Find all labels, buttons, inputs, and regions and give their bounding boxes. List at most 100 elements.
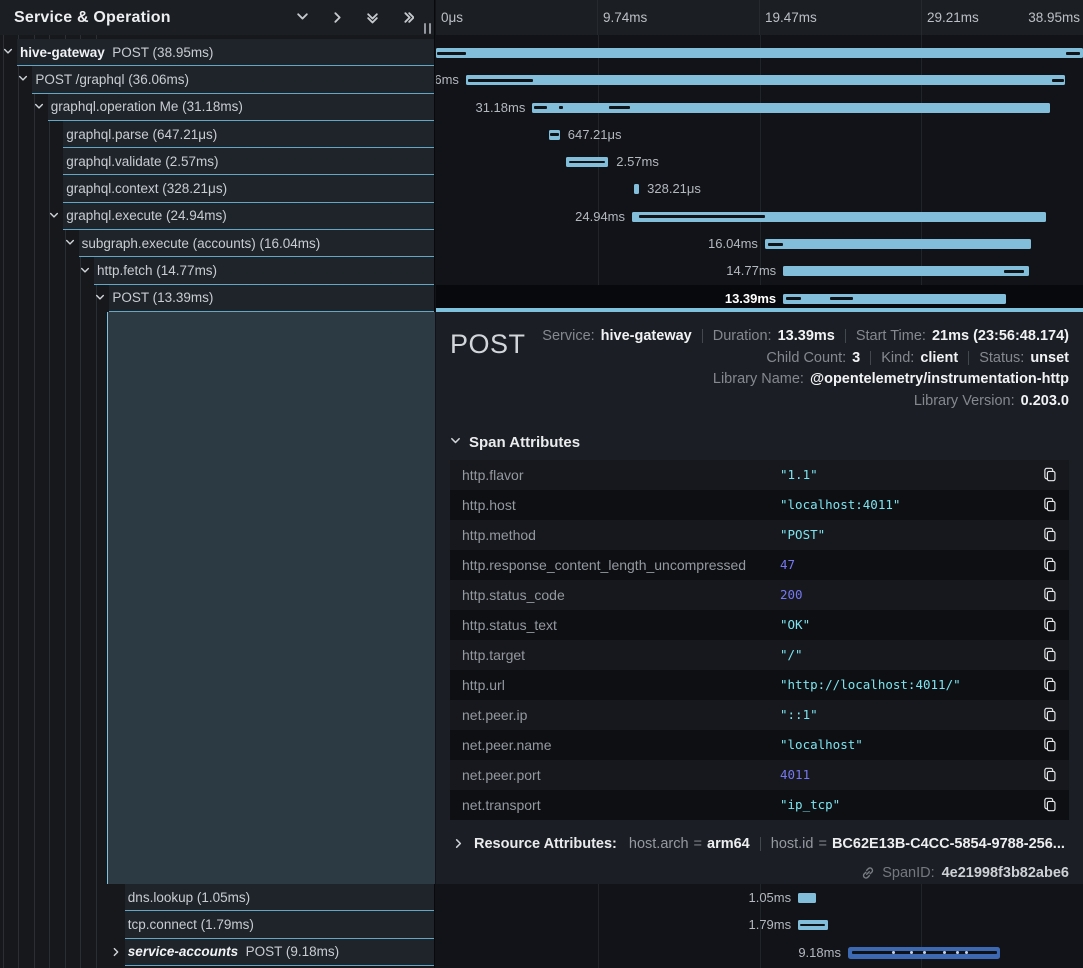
bar-duration-label: 16.04ms [708, 230, 758, 257]
span-tree-row[interactable]: tcp.connect (1.79ms) [0, 911, 434, 938]
copy-value-button[interactable] [1043, 587, 1057, 602]
span-tree-label: subgraph.execute (accounts) (16.04ms) [79, 236, 321, 251]
span-tree-row-content[interactable]: hive-gateway POST (38.95ms) [17, 39, 434, 66]
waterfall-row[interactable]: 647.21μs [436, 121, 1083, 148]
attribute-key: http.host [450, 497, 780, 513]
self-time-stripe [550, 133, 559, 136]
chevron-down-icon[interactable] [18, 74, 28, 84]
collapse-one-icon[interactable] [295, 11, 309, 25]
span-duration-bar[interactable] [436, 48, 1083, 58]
span-tree-header: Service & Operation [0, 0, 434, 35]
attribute-value: "/" [780, 647, 1043, 662]
span-tree-row-content[interactable]: POST /graphql (36.06ms) [32, 66, 434, 93]
selected-span-region [107, 312, 435, 884]
span-tree-row[interactable]: graphql.context (328.21μs) [0, 175, 434, 202]
span-tree-row-content[interactable]: subgraph.execute (accounts) (16.04ms) [79, 230, 434, 257]
span-tree-row[interactable]: subgraph.execute (accounts) (16.04ms) [0, 230, 434, 257]
span-tree-row[interactable]: service-accounts POST (9.18ms) [0, 939, 434, 966]
span-duration-bar[interactable] [549, 130, 560, 140]
attribute-row: http.method"POST" [450, 520, 1069, 550]
span-tree-row[interactable]: dns.lookup (1.05ms) [0, 884, 434, 911]
copy-value-button[interactable] [1043, 707, 1057, 722]
meta-key: Library Version: [914, 393, 1015, 409]
child-span-mark [559, 106, 563, 109]
ruler-tick-label: 29.21ms [922, 10, 979, 25]
span-tree-row[interactable]: graphql.operation Me (31.18ms) [0, 94, 434, 121]
chevron-down-icon[interactable] [34, 102, 44, 112]
span-tree-row-content[interactable]: POST (13.39ms) [109, 285, 434, 312]
copy-value-button[interactable] [1043, 557, 1057, 572]
span-duration-bar[interactable] [566, 157, 609, 167]
collapse-all-icon[interactable] [365, 11, 379, 25]
span-duration-bar[interactable] [783, 266, 1028, 276]
chevron-down-icon[interactable] [49, 211, 59, 221]
span-tree-row[interactable]: hive-gateway POST (38.95ms) [0, 39, 434, 66]
chevron-down-icon[interactable] [95, 293, 105, 303]
waterfall-row[interactable]: 9.18ms [436, 939, 1083, 966]
span-detail-panel: POST Service:hive-gatewayDuration:13.39m… [436, 308, 1083, 884]
waterfall-row[interactable]: 328.21μs [436, 175, 1083, 202]
expand-all-icon[interactable] [400, 11, 414, 25]
copy-value-button[interactable] [1043, 767, 1057, 782]
span-tree-row[interactable]: graphql.validate (2.57ms) [0, 148, 434, 175]
span-duration-bar[interactable] [765, 239, 1031, 249]
chevron-down-icon[interactable] [80, 266, 90, 276]
span-duration-bar[interactable] [466, 75, 1065, 85]
chevron-right-icon[interactable] [111, 947, 121, 957]
attribute-value: 200 [780, 587, 1043, 602]
waterfall-row[interactable]: 16.04ms [436, 230, 1083, 257]
copy-value-button[interactable] [1043, 617, 1057, 632]
chevron-down-icon[interactable] [65, 238, 75, 248]
waterfall-row[interactable]: 24.94ms [436, 203, 1083, 230]
span-tree-row-content[interactable]: service-accounts POST (9.18ms) [125, 939, 434, 966]
waterfall-row[interactable]: 1.05ms [436, 884, 1083, 911]
span-tree-row-content[interactable]: graphql.context (328.21μs) [63, 175, 434, 202]
span-tree-row[interactable]: POST (13.39ms) [0, 285, 434, 312]
span-tree-row-content[interactable]: http.fetch (14.77ms) [94, 257, 434, 284]
resource-attributes-row[interactable]: Resource Attributes: host.arch=arm64host… [450, 836, 1069, 852]
panel-resize-handle[interactable] [424, 23, 431, 34]
copy-value-button[interactable] [1043, 797, 1057, 812]
span-attributes-toggle[interactable]: Span Attributes [450, 434, 1069, 451]
expand-one-icon[interactable] [330, 11, 344, 25]
link-icon[interactable] [861, 866, 875, 880]
span-tree-row-content[interactable]: graphql.execute (24.94ms) [63, 203, 434, 230]
span-tree-row-content[interactable]: graphql.validate (2.57ms) [63, 148, 434, 175]
span-tree-row[interactable]: graphql.parse (647.21μs) [0, 121, 434, 148]
copy-value-button[interactable] [1043, 497, 1057, 512]
copy-value-button[interactable] [1043, 527, 1057, 542]
resource-divider [760, 837, 761, 851]
copy-value-button[interactable] [1043, 647, 1057, 662]
waterfall-row[interactable]: 6ms [436, 66, 1083, 93]
meta-key: Service: [542, 328, 594, 344]
bar-duration-label: 647.21μs [568, 121, 622, 148]
span-tree-row[interactable]: http.fetch (14.77ms) [0, 257, 434, 284]
span-duration-bar[interactable] [634, 184, 639, 194]
attribute-key: net.peer.ip [450, 707, 780, 723]
span-duration-bar[interactable] [783, 294, 1005, 304]
waterfall-row[interactable]: 31.18ms [436, 94, 1083, 121]
copy-value-button[interactable] [1043, 467, 1057, 482]
span-tree-row-content[interactable]: dns.lookup (1.05ms) [125, 884, 434, 911]
waterfall-row[interactable]: 14.77ms [436, 257, 1083, 284]
chevron-down-icon [450, 434, 461, 451]
span-duration-bar[interactable] [798, 893, 815, 903]
span-duration-bar[interactable] [848, 947, 1000, 959]
span-tree-row-content[interactable]: graphql.parse (647.21μs) [63, 121, 434, 148]
waterfall-row[interactable]: 2.57ms [436, 148, 1083, 175]
attribute-value: "::1" [780, 707, 1043, 722]
span-tree-row[interactable]: POST /graphql (36.06ms) [0, 66, 434, 93]
copy-value-button[interactable] [1043, 677, 1057, 692]
waterfall-row[interactable] [436, 39, 1083, 66]
waterfall-row[interactable]: 1.79ms [436, 911, 1083, 938]
span-tree-row[interactable]: graphql.execute (24.94ms) [0, 203, 434, 230]
chevron-down-icon[interactable] [3, 47, 13, 57]
span-tree-row-content[interactable]: graphql.operation Me (31.18ms) [48, 94, 434, 121]
span-duration-bar[interactable] [798, 920, 828, 930]
span-tree-label: tcp.connect (1.79ms) [125, 917, 254, 932]
bar-duration-label: 1.79ms [748, 911, 791, 938]
span-tree-label: POST (13.39ms) [109, 290, 213, 305]
child-span-mark [830, 297, 853, 300]
copy-value-button[interactable] [1043, 737, 1057, 752]
span-tree-row-content[interactable]: tcp.connect (1.79ms) [125, 911, 434, 938]
